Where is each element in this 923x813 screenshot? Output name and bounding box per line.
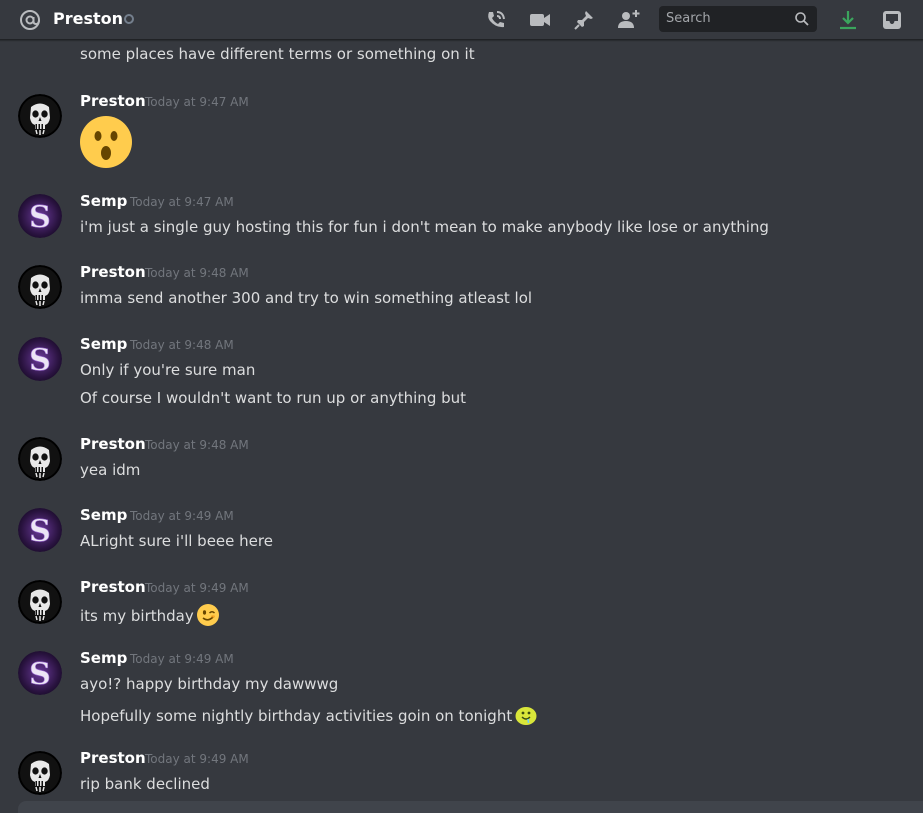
astonished-emoji bbox=[80, 116, 132, 168]
message-text: its my birthday bbox=[80, 607, 194, 625]
search-placeholder: Search bbox=[666, 11, 711, 26]
author-name[interactable]: Preston bbox=[80, 578, 146, 596]
at-icon bbox=[20, 10, 40, 30]
channel-name[interactable]: Preston bbox=[53, 9, 123, 28]
author-name[interactable]: Semp bbox=[80, 192, 127, 210]
avatar[interactable] bbox=[18, 651, 62, 695]
message-text: ayo!? happy birthday my dawwwg bbox=[80, 675, 339, 693]
message-text: ALright sure i'll beee here bbox=[80, 532, 273, 550]
voice-call-icon[interactable] bbox=[484, 8, 508, 32]
author-name[interactable]: Semp bbox=[80, 649, 127, 667]
timestamp: Today at 9:47 AM bbox=[145, 95, 249, 109]
message-text: Of course I wouldn't want to run up or a… bbox=[80, 389, 467, 407]
search-input[interactable]: Search bbox=[659, 6, 817, 32]
avatar[interactable] bbox=[18, 580, 62, 624]
avatar[interactable] bbox=[18, 94, 62, 138]
message-list[interactable]: some places have different terms or some… bbox=[0, 40, 923, 813]
avatar[interactable] bbox=[18, 337, 62, 381]
avatar[interactable] bbox=[18, 437, 62, 481]
timestamp: Today at 9:48 AM bbox=[145, 438, 249, 452]
timestamp: Today at 9:48 AM bbox=[130, 338, 234, 352]
author-name[interactable]: Preston bbox=[80, 749, 146, 767]
inbox-icon[interactable] bbox=[880, 8, 904, 32]
message-text: imma send another 300 and try to win som… bbox=[80, 289, 533, 307]
drool-emoji bbox=[515, 707, 537, 725]
message-line: its my birthday bbox=[80, 604, 219, 626]
author-name[interactable]: Semp bbox=[80, 506, 127, 524]
message-text: Only if you're sure man bbox=[80, 361, 256, 379]
timestamp: Today at 9:49 AM bbox=[130, 652, 234, 666]
download-icon[interactable] bbox=[836, 8, 860, 32]
author-name[interactable]: Preston bbox=[80, 92, 146, 110]
video-call-icon[interactable] bbox=[528, 8, 552, 32]
timestamp: Today at 9:47 AM bbox=[130, 195, 234, 209]
pin-icon[interactable] bbox=[572, 8, 596, 32]
wink-emoji bbox=[196, 604, 219, 626]
avatar[interactable] bbox=[18, 508, 62, 552]
timestamp: Today at 9:49 AM bbox=[145, 581, 249, 595]
avatar[interactable] bbox=[18, 751, 62, 795]
timestamp: Today at 9:49 AM bbox=[130, 509, 234, 523]
message-text: some places have different terms or some… bbox=[80, 45, 475, 63]
timestamp: Today at 9:48 AM bbox=[145, 266, 249, 280]
timestamp: Today at 9:49 AM bbox=[145, 752, 249, 766]
avatar[interactable] bbox=[18, 265, 62, 309]
message-text: Hopefully some nightly birthday activiti… bbox=[80, 707, 513, 725]
author-name[interactable]: Semp bbox=[80, 335, 127, 353]
message-composer[interactable] bbox=[18, 801, 923, 813]
message-text: rip bank declined bbox=[80, 775, 210, 793]
header-bar: Preston Search bbox=[0, 0, 923, 40]
search-icon bbox=[795, 12, 809, 26]
message-text: i'm just a single guy hosting this for f… bbox=[80, 218, 769, 236]
avatar[interactable] bbox=[18, 194, 62, 238]
message-text: yea idm bbox=[80, 461, 141, 479]
author-name[interactable]: Preston bbox=[80, 435, 146, 453]
status-indicator bbox=[124, 14, 134, 24]
author-name[interactable]: Preston bbox=[80, 263, 146, 281]
add-friend-icon[interactable] bbox=[616, 8, 640, 32]
message-line: Hopefully some nightly birthday activiti… bbox=[80, 704, 537, 726]
